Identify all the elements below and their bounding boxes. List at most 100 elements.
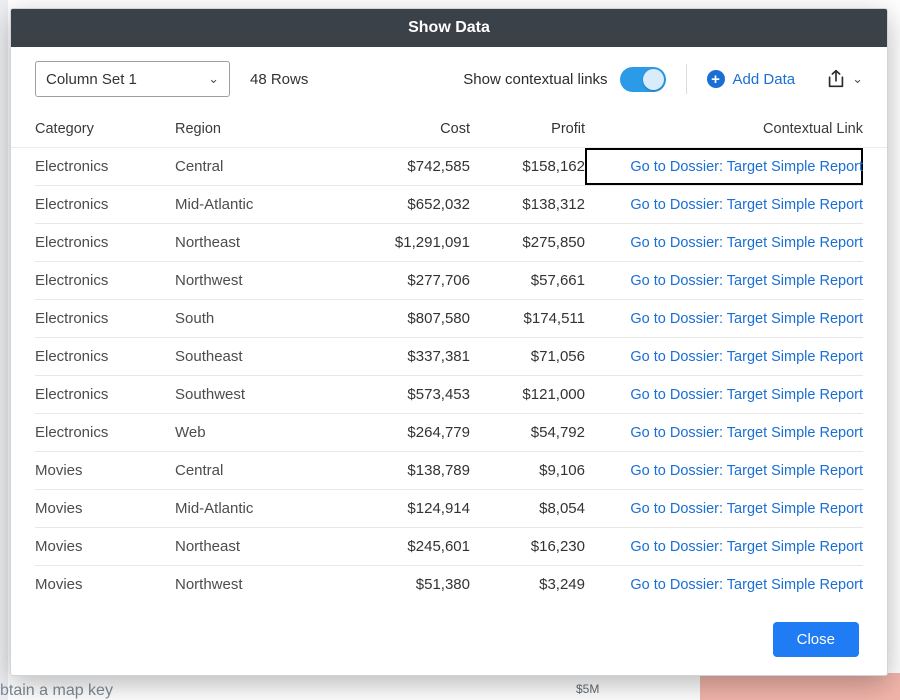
cell-cost: $337,381 — [355, 348, 470, 365]
share-export-icon — [825, 68, 847, 90]
contextual-link[interactable]: Go to Dossier: Target Simple Report — [630, 159, 863, 175]
plus-icon: + — [707, 70, 725, 88]
cell-category: Electronics — [35, 386, 175, 403]
cell-profit: $158,162 — [470, 158, 585, 175]
dialog-toolbar: Column Set 1 ⌄ 48 Rows Show contextual l… — [11, 47, 887, 111]
cell-cost: $277,706 — [355, 272, 470, 289]
table-row: Movies Northeast $245,601 $16,230 Go to … — [35, 528, 863, 566]
dialog-title: Show Data — [408, 19, 490, 37]
table-body: Electronics Central $742,585 $158,162 Go… — [11, 148, 887, 603]
table-header-row: Category Region Cost Profit Contextual L… — [11, 111, 887, 148]
cell-contextual-link: Go to Dossier: Target Simple Report — [585, 376, 863, 413]
dialog-footer: Close — [11, 603, 887, 675]
cell-contextual-link: Go to Dossier: Target Simple Report — [585, 224, 863, 261]
cell-category: Movies — [35, 538, 175, 555]
cell-profit: $121,000 — [470, 386, 585, 403]
table-row: Electronics Northeast $1,291,091 $275,85… — [35, 224, 863, 262]
chevron-down-icon: ⌄ — [852, 71, 863, 87]
cell-cost: $245,601 — [355, 538, 470, 555]
cell-region: Web — [175, 424, 355, 441]
add-data-label: Add Data — [733, 71, 796, 88]
cell-contextual-link: Go to Dossier: Target Simple Report — [585, 528, 863, 565]
table-row: Electronics Southwest $573,453 $121,000 … — [35, 376, 863, 414]
table-row: Movies Northwest $51,380 $3,249 Go to Do… — [35, 566, 863, 603]
cell-cost: $1,291,091 — [355, 234, 470, 251]
cell-contextual-link: Go to Dossier: Target Simple Report — [585, 566, 863, 603]
cell-region: Northeast — [175, 234, 355, 251]
page-left-strip — [0, 0, 8, 700]
cell-cost: $51,380 — [355, 576, 470, 593]
cell-category: Electronics — [35, 424, 175, 441]
close-button[interactable]: Close — [773, 622, 859, 657]
cell-profit: $138,312 — [470, 196, 585, 213]
contextual-link[interactable]: Go to Dossier: Target Simple Report — [630, 463, 863, 479]
export-button[interactable]: ⌄ — [825, 68, 863, 90]
cell-cost: $264,779 — [355, 424, 470, 441]
cell-cost: $124,914 — [355, 500, 470, 517]
cell-cost: $742,585 — [355, 158, 470, 175]
column-set-dropdown[interactable]: Column Set 1 ⌄ — [35, 61, 230, 97]
cell-region: Southeast — [175, 348, 355, 365]
table-row: Movies Central $138,789 $9,106 Go to Dos… — [35, 452, 863, 490]
cell-contextual-link: Go to Dossier: Target Simple Report — [585, 186, 863, 223]
header-contextual-link-label: Contextual Link — [763, 121, 863, 137]
cell-category: Movies — [35, 462, 175, 479]
background-partial-text: btain a map key — [0, 682, 113, 700]
contextual-links-control: Show contextual links + Add Data ⌄ — [463, 64, 863, 94]
add-data-button[interactable]: + Add Data — [707, 70, 796, 88]
contextual-link[interactable]: Go to Dossier: Target Simple Report — [630, 501, 863, 517]
cell-region: Northwest — [175, 272, 355, 289]
cell-category: Electronics — [35, 234, 175, 251]
contextual-link[interactable]: Go to Dossier: Target Simple Report — [630, 235, 863, 251]
contextual-links-toggle[interactable] — [620, 67, 666, 92]
cell-cost: $573,453 — [355, 386, 470, 403]
chevron-down-icon: ⌄ — [208, 71, 219, 87]
rows-count-label: 48 Rows — [250, 71, 308, 88]
cell-region: Mid-Atlantic — [175, 196, 355, 213]
cell-cost: $652,032 — [355, 196, 470, 213]
cell-region: Central — [175, 158, 355, 175]
header-contextual-link: Contextual Link — [585, 111, 863, 147]
table-row: Movies Mid-Atlantic $124,914 $8,054 Go t… — [35, 490, 863, 528]
column-set-value: Column Set 1 — [46, 71, 137, 88]
header-cost: Cost — [355, 121, 470, 137]
cell-cost: $138,789 — [355, 462, 470, 479]
background-pink-block — [700, 673, 900, 700]
table-row: Electronics Central $742,585 $158,162 Go… — [35, 148, 863, 186]
table-row: Electronics Northwest $277,706 $57,661 G… — [35, 262, 863, 300]
contextual-link[interactable]: Go to Dossier: Target Simple Report — [630, 349, 863, 365]
cell-profit: $16,230 — [470, 538, 585, 555]
cell-profit: $57,661 — [470, 272, 585, 289]
contextual-link[interactable]: Go to Dossier: Target Simple Report — [630, 311, 863, 327]
contextual-links-label: Show contextual links — [463, 71, 607, 88]
cell-profit: $275,850 — [470, 234, 585, 251]
cell-contextual-link: Go to Dossier: Target Simple Report — [585, 262, 863, 299]
contextual-link[interactable]: Go to Dossier: Target Simple Report — [630, 425, 863, 441]
cell-region: Southwest — [175, 386, 355, 403]
cell-profit: $71,056 — [470, 348, 585, 365]
cell-category: Movies — [35, 576, 175, 593]
contextual-link[interactable]: Go to Dossier: Target Simple Report — [630, 197, 863, 213]
contextual-link[interactable]: Go to Dossier: Target Simple Report — [630, 273, 863, 289]
cell-region: Northwest — [175, 576, 355, 593]
cell-region: South — [175, 310, 355, 327]
cell-contextual-link: Go to Dossier: Target Simple Report — [585, 300, 863, 337]
cell-contextual-link: Go to Dossier: Target Simple Report — [585, 452, 863, 489]
cell-contextual-link: Go to Dossier: Target Simple Report — [585, 338, 863, 375]
dialog-title-bar: Show Data — [11, 9, 887, 47]
header-profit: Profit — [470, 121, 585, 137]
table-row: Electronics Southeast $337,381 $71,056 G… — [35, 338, 863, 376]
cell-profit: $3,249 — [470, 576, 585, 593]
table-row: Electronics Web $264,779 $54,792 Go to D… — [35, 414, 863, 452]
contextual-link[interactable]: Go to Dossier: Target Simple Report — [630, 387, 863, 403]
cell-region: Central — [175, 462, 355, 479]
contextual-link[interactable]: Go to Dossier: Target Simple Report — [630, 539, 863, 555]
background-axis-label: $5M — [576, 682, 599, 696]
table-row: Electronics Mid-Atlantic $652,032 $138,3… — [35, 186, 863, 224]
cell-region: Mid-Atlantic — [175, 500, 355, 517]
cell-profit: $9,106 — [470, 462, 585, 479]
show-data-dialog: Show Data Column Set 1 ⌄ 48 Rows Show co… — [10, 8, 888, 676]
header-region: Region — [175, 121, 355, 137]
cell-cost: $807,580 — [355, 310, 470, 327]
contextual-link[interactable]: Go to Dossier: Target Simple Report — [630, 577, 863, 593]
